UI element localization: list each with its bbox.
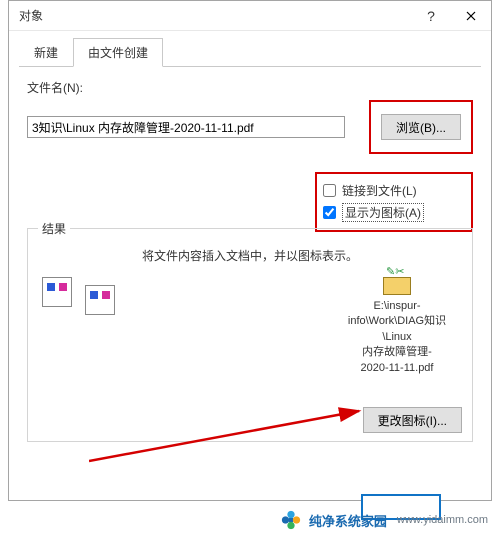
help-button[interactable]: ? [411,1,451,30]
link-to-file-checkbox[interactable] [323,184,336,197]
titlebar: 对象 ? [9,1,491,31]
site-logo-icon [279,508,303,532]
show-as-icon-checkbox[interactable] [323,206,336,219]
filename-input[interactable] [27,116,345,138]
dialog-title: 对象 [19,7,411,24]
link-to-file-label: 链接到文件(L) [342,182,417,199]
change-icon-button[interactable]: 更改图标(I)... [363,407,462,433]
result-group: 结果 将文件内容插入文档中，并以图标表示。 ✎✂ E:\inspur-info\… [27,228,473,442]
tab-new[interactable]: 新建 [19,38,73,67]
result-title: 结果 [38,220,70,237]
site-brand: 纯净系统家园 [309,511,387,530]
browse-highlight: 浏览(B)... [369,100,473,154]
link-to-file-option[interactable]: 链接到文件(L) [323,180,465,201]
selected-file-column: ✎✂ E:\inspur-info\Work\DIAG知识\Linux 内存故障… [340,265,454,376]
watermark-footer: 纯净系统家园 www.yidaimm.com [0,503,500,537]
result-desc: 将文件内容插入文档中，并以图标表示。 [38,237,462,264]
site-url: www.yidaimm.com [397,514,488,526]
dialog-body: 文件名(N): 浏览(B)... 链接到文件(L) 显示为图标(A) 结果 将文… [9,67,491,442]
file-row: 浏览(B)... [27,100,473,154]
show-as-icon-option[interactable]: 显示为图标(A) [323,201,465,224]
selected-file-path: E:\inspur-info\Work\DIAG知识\Linux 内存故障管理-… [340,299,454,376]
result-icon-stack [42,277,105,310]
browse-button[interactable]: 浏览(B)... [381,114,461,140]
filename-label: 文件名(N): [27,79,473,96]
document-icon [85,285,115,315]
close-icon [466,11,476,21]
object-dialog: 对象 ? 新建 由文件创建 文件名(N): 浏览(B)... 链接到文件(L) … [8,0,492,501]
tabs: 新建 由文件创建 [19,37,481,67]
document-icon [42,277,72,307]
close-button[interactable] [451,1,491,30]
options-highlight: 链接到文件(L) 显示为图标(A) [315,172,473,232]
tab-from-file[interactable]: 由文件创建 [73,38,163,67]
package-icon: ✎✂ [380,265,414,295]
show-as-icon-label: 显示为图标(A) [342,203,424,222]
